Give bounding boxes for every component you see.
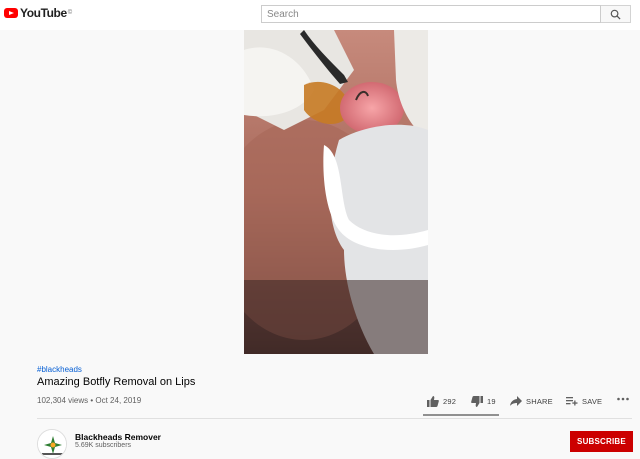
video-meta: 102,304 views • Oct 24, 2019 (37, 396, 142, 405)
channel-logo (38, 430, 66, 458)
share-icon (510, 396, 522, 406)
logo-text: YouTube (20, 6, 67, 20)
save-button[interactable]: SAVE (566, 396, 602, 406)
video-thumbnail (244, 30, 428, 354)
more-actions-button[interactable] (617, 397, 629, 401)
save-label: SAVE (582, 396, 603, 406)
video-frame[interactable] (244, 30, 428, 354)
search-input[interactable]: Search (261, 5, 601, 23)
video-title: Amazing Botfly Removal on Lips (37, 376, 196, 388)
divider (37, 418, 632, 419)
search-button[interactable] (601, 5, 631, 23)
video-hashtag[interactable]: #blackheads (37, 365, 82, 374)
subscribe-button[interactable]: SUBSCRIBE (570, 431, 633, 452)
subscriber-count: 5.69K subscribers (75, 442, 132, 449)
top-bar: YouTube © Search (0, 0, 640, 30)
video-player[interactable] (0, 30, 640, 354)
like-count: 292 (443, 397, 457, 406)
playlist-add-icon (566, 397, 578, 406)
more-horizontal-icon (617, 397, 629, 401)
youtube-play-icon (4, 8, 18, 18)
search-icon (610, 9, 621, 20)
share-button[interactable]: SHARE (510, 396, 553, 406)
channel-avatar[interactable] (37, 429, 67, 459)
channel-name[interactable]: Blackheads Remover (75, 432, 161, 442)
logo-country-mark: © (67, 10, 73, 16)
like-button[interactable]: 292 (427, 396, 456, 407)
thumbs-down-icon (471, 396, 483, 407)
dislike-count: 19 (487, 397, 496, 406)
sentiment-bar (423, 414, 499, 416)
sentiment-bar-likes (423, 414, 495, 416)
dislike-button[interactable]: 19 (471, 396, 496, 407)
thumbs-up-icon (427, 396, 439, 407)
youtube-logo[interactable]: YouTube © (4, 6, 72, 20)
share-label: SHARE (526, 396, 553, 406)
